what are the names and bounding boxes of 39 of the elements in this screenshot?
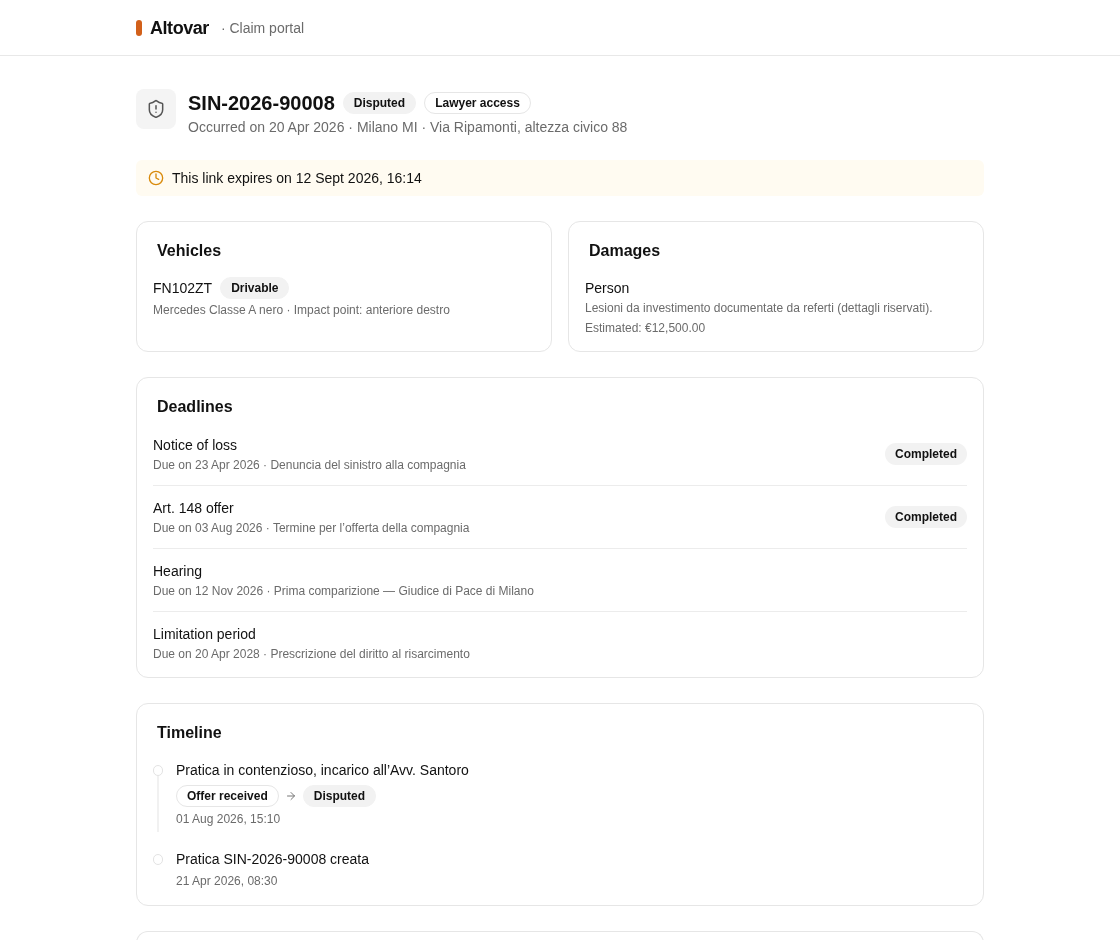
expiry-text: This link expires on 12 Sept 2026, 16:14 [172,169,422,188]
deadline-name: Limitation period [153,625,257,644]
arrow-right-icon [284,790,297,802]
shield-alert-icon [136,89,176,129]
deadline-name: Notice of loss [153,436,239,455]
card-title: Deadlines [156,397,234,417]
timeline-marker-icon [153,854,163,865]
card-title: Timeline [156,723,223,743]
damage-description: Lesioni da investimento documentate da referti (dettagli riservati). [585,300,934,317]
status-badge: Lawyer access [424,92,531,114]
deadline-details: Due on 03 Aug 2026 · Termine per l’offerta della compagnia [153,520,470,536]
brand-name: Altovar [150,16,209,40]
event-text: Pratica SIN-2026-90008 creata [176,850,369,869]
damage-estimate: Estimated: €12,500.00 [585,320,707,337]
deadline-details: Due on 12 Nov 2026 · Prima comparizione — Giudice di Pace di Milano [153,583,534,599]
license-plate: FN102ZT [153,279,213,298]
deadline-details: Due on 20 Apr 2028 · Prescrizione del diritto al risarcimento [153,646,470,662]
claim-details: Occurred on 20 Apr 2026 · Milano MI · Via Ripamonti, altezza civico 88 [188,118,628,137]
card-title: Vehicles [156,241,223,261]
status-badge: Drivable [220,277,290,299]
event-text: Pratica in contenzioso, incarico all’Avv. Santoro [176,761,469,780]
card-title: Damages [588,241,662,261]
logo-mark-icon [136,19,142,36]
status-badge: Offer received [176,785,279,807]
timeline-marker-icon [153,765,163,776]
portal-subtitle: · Claim portal [220,18,305,38]
clock-icon [148,170,164,186]
status-badge: Completed [885,506,967,528]
status-badge: Disputed [342,92,417,114]
status-badge: Disputed [302,785,377,807]
event-time: 21 Apr 2026, 08:30 [176,873,279,889]
status-badge: Completed [885,443,967,465]
vehicle-description: Mercedes Classe A nero · Impact point: anteriore destro [153,302,451,318]
event-time: 01 Aug 2026, 15:10 [176,811,282,827]
damage-type: Person [585,279,631,298]
claim-number: SIN-2026-90008 [188,91,335,116]
deadline-name: Hearing [153,562,204,581]
deadline-name: Art. 148 offer [153,499,235,518]
deadline-details: Due on 23 Apr 2026 · Denuncia del sinistro alla compagnia [153,457,466,473]
